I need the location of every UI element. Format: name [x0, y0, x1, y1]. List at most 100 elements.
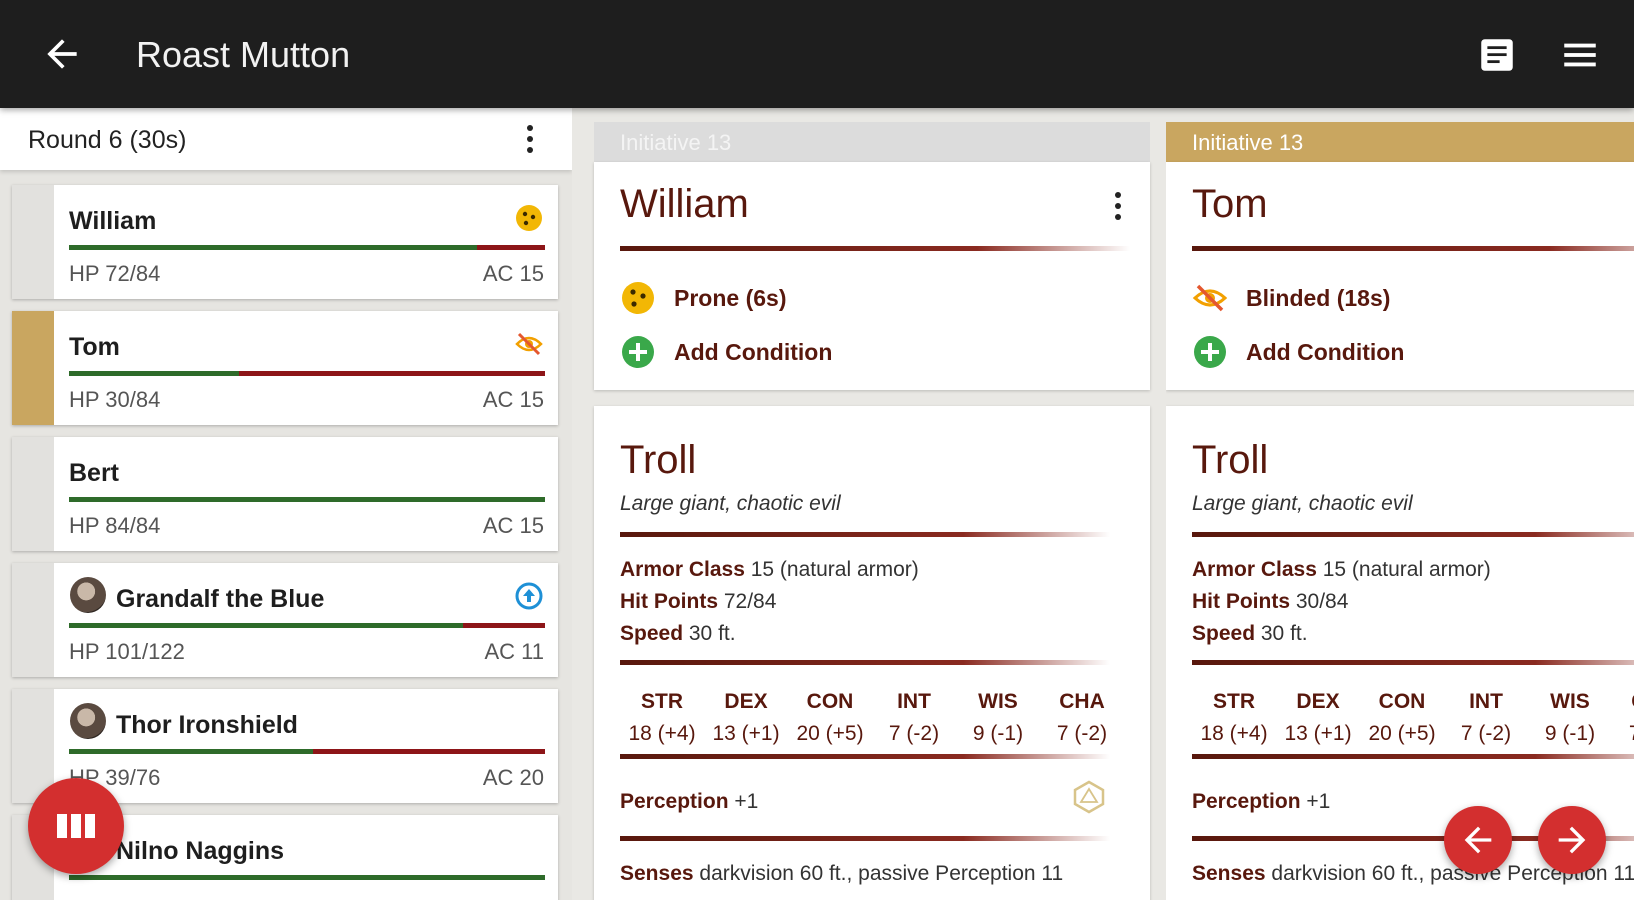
- armor-class-line: Armor Class 15 (natural armor): [620, 558, 919, 582]
- round-header: Round 6 (30s): [0, 108, 572, 170]
- hp-bar: [69, 497, 545, 502]
- combatant-title: William: [620, 182, 749, 226]
- columns-icon: [57, 814, 95, 838]
- divider: [620, 754, 1110, 759]
- monster-type: Large giant, chaotic evil: [1192, 492, 1413, 515]
- ability-wis: WIS 9 (-1): [972, 690, 1024, 745]
- hit-points-value: 72/84: [723, 590, 777, 613]
- arrow-forward-icon: [1558, 826, 1586, 854]
- combatant-card-grandalf[interactable]: Grandalf the Blue HP 101/122 AC 11: [12, 563, 558, 677]
- condition-label: Blinded (18s): [1246, 285, 1391, 311]
- hp-text: HP 101/122: [69, 639, 185, 664]
- column-2-viewport: Initiative 13 Tom Blinded (18s) Add Cond…: [1166, 0, 1634, 900]
- ac-text: AC 15: [482, 513, 544, 538]
- add-circle-icon: [1194, 336, 1226, 368]
- round-label: Round 6 (30s): [28, 126, 187, 154]
- add-condition-label: Add Condition: [1246, 339, 1405, 365]
- upgrade-icon: [515, 582, 543, 610]
- perception-line: Perception +1: [1192, 790, 1330, 814]
- initiative-strip: [12, 311, 54, 425]
- blinded-icon: [515, 332, 543, 356]
- d20-icon[interactable]: [1072, 780, 1106, 814]
- initiative-label: Initiative 13: [1166, 122, 1634, 162]
- senses-value: darkvision 60 ft., passive Perception 11: [699, 862, 1064, 885]
- more-vert-icon[interactable]: [1110, 190, 1126, 222]
- condition-row[interactable]: Blinded (18s): [1192, 280, 1592, 320]
- ability-cha: CHA7 (-2): [1612, 690, 1634, 746]
- monster-type: Large giant, chaotic evil: [620, 492, 841, 515]
- combatant-name: Bert: [69, 459, 120, 487]
- speed-value: 30 ft.: [688, 622, 736, 645]
- combatant-card-william[interactable]: William HP 72/84 AC 15: [12, 185, 558, 299]
- armor-class-value: 15 (natural armor): [750, 558, 919, 581]
- speed-line: Speed 30 ft.: [620, 622, 736, 646]
- hit-points-label: Hit Points: [1192, 590, 1290, 613]
- perception-value: +1: [1306, 790, 1331, 813]
- combatant-name: Nilno Naggins: [116, 837, 285, 865]
- ac-text: AC 15: [482, 261, 544, 286]
- hp-bar-fill: [69, 245, 477, 250]
- stat-block: Troll Large giant, chaotic evil Armor Cl…: [594, 406, 1150, 900]
- divider: [620, 246, 1130, 251]
- hp-bar: [69, 875, 545, 880]
- combatant-card-bert[interactable]: Bert HP 84/84 AC 15: [12, 437, 558, 551]
- condition-row[interactable]: Prone (6s): [620, 280, 1020, 320]
- hp-bar-fill: [69, 875, 545, 880]
- divider: [1192, 754, 1634, 759]
- combat-card: William Prone (6s) Add Condition: [594, 162, 1150, 390]
- speed-value: 30 ft.: [1260, 622, 1308, 645]
- ac-text: AC 15: [482, 387, 544, 412]
- arrow-back-icon: [1464, 826, 1492, 854]
- armor-class-line: Armor Class 15 (natural armor): [1192, 558, 1491, 582]
- perception-label: Perception: [1192, 790, 1301, 813]
- combatant-name: William: [69, 207, 157, 235]
- ac-text: AC 11: [484, 639, 544, 664]
- hp-bar: [69, 749, 545, 754]
- combatant-name: Thor Ironshield: [116, 711, 298, 739]
- add-condition-button[interactable]: Add Condition: [620, 334, 1020, 374]
- next-turn-button[interactable]: [1538, 806, 1606, 874]
- divider: [1192, 532, 1634, 537]
- armor-class-label: Armor Class: [620, 558, 745, 581]
- perception-value: +1: [734, 790, 759, 813]
- hp-bar-fill: [69, 497, 545, 502]
- senses-label: Senses: [620, 862, 694, 885]
- hp-text: HP 30/84: [69, 387, 161, 412]
- senses-label: Senses: [1192, 862, 1266, 885]
- ability-dex: DEX 13 (+1): [712, 690, 780, 745]
- perception-line: Perception +1: [620, 790, 758, 814]
- hp-bar-fill: [69, 623, 464, 628]
- hp-bar-fill: [69, 371, 239, 376]
- add-condition-label: Add Condition: [674, 339, 833, 365]
- ability-int: INT 7 (-2): [1460, 690, 1512, 745]
- hit-points-line: Hit Points 72/84: [620, 590, 776, 614]
- hp-text: HP 84/84: [69, 513, 161, 538]
- hit-points-value: 30/84: [1295, 590, 1349, 613]
- senses-line: Senses darkvision 60 ft., passive Percep…: [620, 862, 1063, 886]
- combatant-card-tom[interactable]: Tom HP 30/84 AC 15: [12, 311, 558, 425]
- add-condition-button[interactable]: Add Condition: [1192, 334, 1592, 374]
- hp-bar: [69, 623, 545, 628]
- speed-label: Speed: [620, 622, 684, 645]
- initiative-label: Initiative 13: [594, 122, 1150, 162]
- initiative-strip: [12, 185, 54, 299]
- more-vert-icon[interactable]: [520, 122, 540, 156]
- divider: [620, 660, 1110, 665]
- hp-text: HP 72/84: [69, 261, 161, 286]
- blinded-icon: [1192, 284, 1228, 312]
- arrow-back-icon[interactable]: [40, 32, 84, 76]
- ability-int: INT 7 (-2): [888, 690, 940, 745]
- prone-icon: [622, 282, 654, 314]
- previous-turn-button[interactable]: [1444, 806, 1512, 874]
- ability-cha: CHA7 (-2): [1056, 690, 1108, 745]
- initiative-strip: [12, 563, 54, 677]
- notes-icon[interactable]: [1476, 34, 1518, 76]
- ability-wis: WIS 9 (-1): [1544, 690, 1596, 745]
- divider: [620, 836, 1110, 841]
- monster-name: Troll: [1192, 438, 1269, 482]
- menu-icon[interactable]: [1558, 34, 1602, 76]
- condition-label: Prone (6s): [674, 285, 787, 311]
- next-round-button[interactable]: [28, 778, 124, 874]
- prone-icon: [516, 205, 542, 231]
- hit-points-label: Hit Points: [620, 590, 718, 613]
